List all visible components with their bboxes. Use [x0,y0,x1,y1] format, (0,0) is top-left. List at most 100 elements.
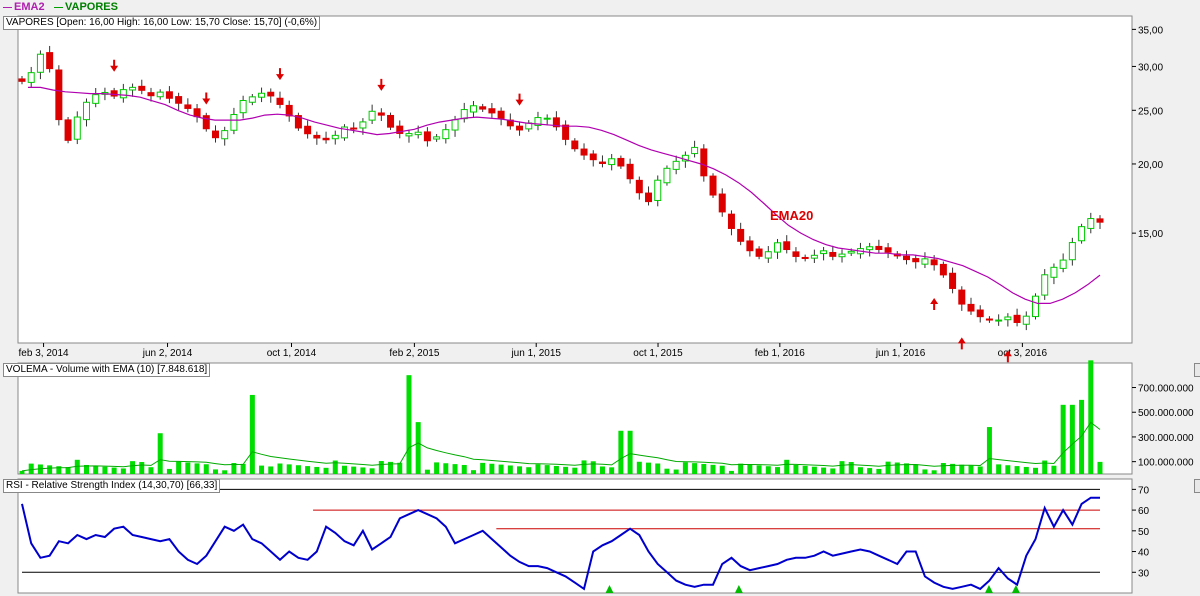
candle-body [469,105,477,113]
volume-bar [830,468,836,474]
volume-panel-scroll-handle[interactable] [1194,363,1200,377]
volume-bar [111,467,117,474]
candle-body [617,157,625,167]
candle-body [46,52,54,70]
volume-bar [728,470,734,474]
price-x-tick-label: jun 2, 2014 [142,348,193,359]
candle-body [239,100,247,114]
volume-bar [968,465,974,474]
candle-body [995,319,1003,322]
volume-bar [341,465,347,474]
candle-body [820,250,828,255]
candle-body [903,255,911,261]
volume-bar [351,466,357,474]
volume-bar [323,467,329,474]
candle-body [921,258,929,265]
volume-bar [563,466,569,474]
candle-body [129,86,137,91]
candle-body [866,246,874,251]
candle-body [1032,295,1040,318]
volume-bar [470,470,476,474]
candle-body [73,116,81,140]
candle-body [211,130,219,139]
candle-body [755,248,763,257]
volume-bar [765,466,771,474]
price-x-tick-label: oct 1, 2015 [633,348,683,359]
candle-body [202,115,210,130]
volume-bar [1088,360,1094,474]
candle-body [949,272,957,289]
candle-body [230,114,238,131]
price-y-tick-label: 15,00 [1138,229,1163,240]
price-x-tick-label: jun 1, 2016 [875,348,926,359]
candle-body [193,108,201,118]
volume-bar [811,466,817,474]
candle-body [645,192,653,203]
candle-body [55,69,63,121]
rsi-panel-scroll-handle[interactable] [1194,479,1200,493]
candle-body [663,167,671,184]
candle-body [1013,314,1021,323]
volume-bar [249,394,255,474]
volume-bar [130,461,136,474]
volume-bar [517,466,523,474]
candle-body [350,127,358,130]
ema20-annotation: EMA20 [770,208,813,223]
volume-bar [747,464,753,474]
volume-bar [434,462,440,474]
candle-body [792,251,800,257]
candle-body [958,289,966,305]
volume-bar [148,467,154,474]
volume-bar [212,469,218,474]
candle-body [165,91,173,99]
volume-bar [646,462,652,474]
volume-bar [922,469,928,474]
volume-bar [1060,404,1066,474]
candle-body [451,119,459,131]
volume-bar [1079,399,1085,474]
candle-body [322,137,330,141]
volume-bar [581,460,587,474]
candle-body [423,131,431,142]
candle-body [571,140,579,150]
candle-body [709,175,717,196]
candle-body [64,119,72,141]
volume-bar [599,466,605,474]
volume-bar [673,469,679,474]
volume-bar [756,465,762,474]
volume-bar [461,464,467,474]
candle-body [598,161,606,164]
rsi-y-tick-label: 70 [1138,485,1150,496]
volume-bar [452,464,458,474]
volume-bar [102,466,108,474]
candle-body [18,78,26,82]
volume-bar [572,467,578,474]
volume-y-tick-label: 700.000.000 [1138,384,1194,395]
volume-bar [996,464,1002,474]
candle-body [654,179,662,201]
volume-bar [157,433,163,474]
volume-bar [664,468,670,474]
volume-bar [507,465,513,474]
volume-bar [176,461,182,474]
volume-bar [857,467,863,474]
volume-bar [959,464,965,474]
candle-body [1059,259,1067,269]
candle-body [764,251,772,259]
candle-body [175,96,183,104]
volume-bar [655,463,661,474]
candle-body [626,163,634,180]
candle-body [727,213,735,229]
candle-body [801,256,809,259]
price-panel-label: VAPORES [Open: 16,00 High: 16,00 Low: 15… [3,16,321,30]
rsi-y-tick-label: 60 [1138,506,1150,517]
volume-bar [618,430,624,474]
volume-bar [268,466,274,474]
candle-body [1087,218,1095,229]
volume-bar [1097,461,1103,474]
volume-bar [19,470,25,474]
candle-body [672,160,680,170]
candle-body [497,110,505,119]
candle-body [433,136,441,140]
stock-chart[interactable]: 35,00 30,00 25,00 20,00 15,00 feb 3, 2014 jun … [0,0,1200,596]
